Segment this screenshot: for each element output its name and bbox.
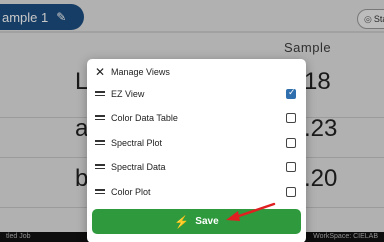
dialog-title: Manage Views xyxy=(111,67,170,77)
view-item-label: Spectral Plot xyxy=(111,138,163,148)
drag-handle-icon[interactable] xyxy=(95,140,105,146)
drag-handle-icon[interactable] xyxy=(95,115,105,121)
save-button[interactable]: ⚡ Save xyxy=(92,209,301,234)
save-button-label: Save xyxy=(195,216,219,227)
manage-views-dialog: ✕ Manage Views EZ View Color Data Table … xyxy=(87,59,306,242)
drag-handle-icon[interactable] xyxy=(95,91,105,97)
view-checkbox[interactable] xyxy=(286,162,296,172)
view-item-label: Spectral Data xyxy=(111,162,166,172)
view-item-spectral-plot[interactable]: Spectral Plot xyxy=(87,134,306,154)
view-item-spectral-data[interactable]: Spectral Data xyxy=(87,158,306,178)
view-checkbox[interactable] xyxy=(286,113,296,123)
close-icon[interactable]: ✕ xyxy=(95,65,105,79)
drag-handle-icon[interactable] xyxy=(95,164,105,170)
view-item-label: Color Plot xyxy=(111,187,151,197)
bolt-icon: ⚡ xyxy=(174,214,190,229)
view-item-label: EZ View xyxy=(111,89,145,99)
view-checkbox[interactable] xyxy=(286,138,296,148)
view-checkbox[interactable] xyxy=(286,87,296,99)
view-item-label: Color Data Table xyxy=(111,113,178,123)
drag-handle-icon[interactable] xyxy=(95,189,105,195)
dialog-header: ✕ Manage Views xyxy=(87,59,306,87)
view-item-color-plot[interactable]: Color Plot xyxy=(87,183,306,203)
view-item-color-data-table[interactable]: Color Data Table xyxy=(87,109,306,129)
view-checkbox[interactable] xyxy=(286,187,296,197)
view-item-ez-view[interactable]: EZ View xyxy=(87,85,306,105)
